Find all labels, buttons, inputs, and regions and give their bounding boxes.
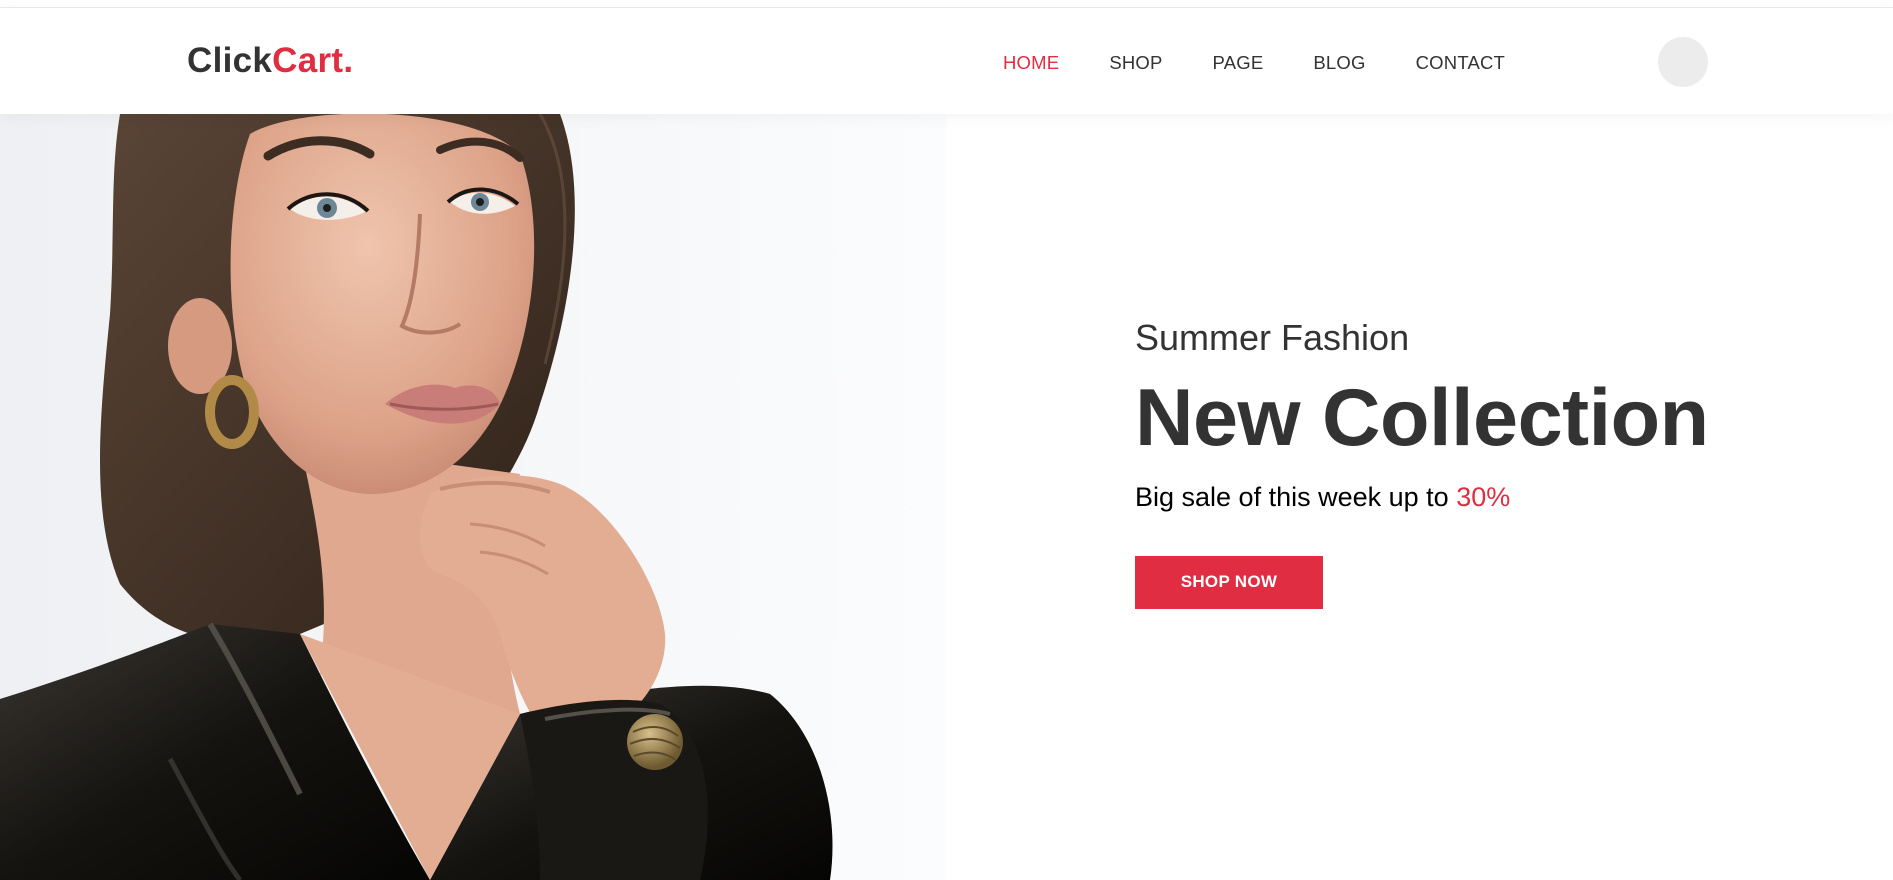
hero-sale-line: Big sale of this week up to 30% bbox=[1135, 482, 1835, 513]
hero-text-block: Summer Fashion New Collection Big sale o… bbox=[1135, 320, 1835, 609]
brand-logo-part2: Cart. bbox=[272, 41, 354, 80]
top-strip bbox=[0, 0, 1893, 8]
hero-title: New Collection bbox=[1135, 373, 1709, 463]
nav-item-contact[interactable]: CONTACT bbox=[1416, 52, 1505, 76]
hero-section: Summer Fashion New Collection Big sale o… bbox=[0, 114, 1893, 880]
model-in-black-blazer-image bbox=[0, 114, 946, 880]
nav-item-page[interactable]: PAGE bbox=[1213, 52, 1264, 76]
shop-now-button[interactable]: SHOP NOW bbox=[1135, 555, 1323, 609]
hero-subtitle: Summer Fashion bbox=[1135, 317, 1410, 358]
user-avatar[interactable] bbox=[1658, 37, 1708, 87]
nav-item-shop[interactable]: SHOP bbox=[1109, 52, 1162, 76]
nav-item-home[interactable]: HOME bbox=[1003, 52, 1059, 76]
hero-sale-text: Big sale of this week up to bbox=[1135, 482, 1457, 512]
brand-logo[interactable]: ClickCart. bbox=[187, 41, 353, 81]
main-nav: HOME SHOP PAGE BLOG CONTACT bbox=[1003, 52, 1505, 76]
hero-sale-percent: 30% bbox=[1456, 482, 1511, 512]
site-header: ClickCart. HOME SHOP PAGE BLOG CONTACT bbox=[0, 8, 1893, 114]
brand-logo-part1: Click bbox=[187, 41, 273, 80]
nav-item-blog[interactable]: BLOG bbox=[1313, 52, 1365, 76]
